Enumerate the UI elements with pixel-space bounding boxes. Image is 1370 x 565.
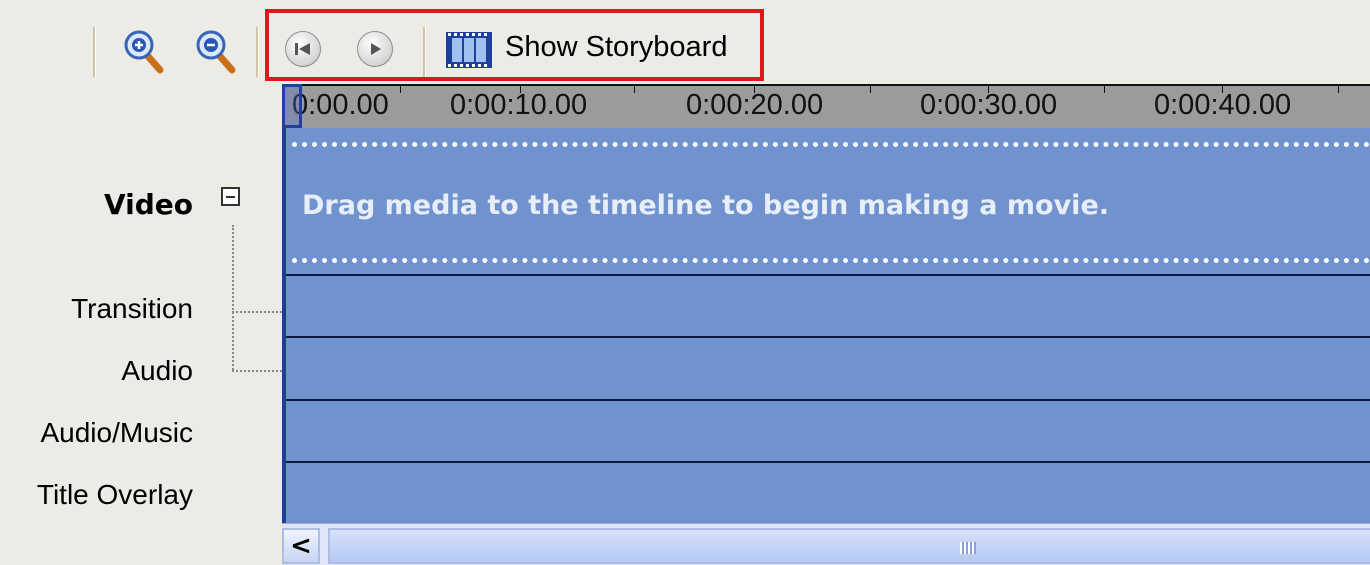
play-icon bbox=[371, 43, 381, 55]
show-storyboard-label[interactable]: Show Storyboard bbox=[505, 31, 727, 64]
filmstrip-border bbox=[292, 142, 1370, 147]
ruler-tick-label: 0:00:30.00 bbox=[920, 89, 1058, 121]
tree-connector bbox=[232, 225, 234, 370]
timeline-toolbar: Show Storyboard bbox=[0, 0, 1370, 84]
track-divider bbox=[286, 461, 1370, 463]
audio-music-track-label: Audio/Music bbox=[40, 417, 193, 448]
zoom-out-button[interactable] bbox=[194, 28, 238, 74]
ruler-minor-tick bbox=[1338, 86, 1339, 93]
transition-track-label: Transition bbox=[71, 293, 193, 324]
ruler-tick-label: 0:00:20.00 bbox=[686, 89, 824, 121]
chevron-left-icon: < bbox=[290, 531, 312, 561]
track-divider bbox=[286, 336, 1370, 338]
zoom-in-button[interactable] bbox=[122, 28, 166, 74]
ruler-minor-tick bbox=[1222, 86, 1223, 93]
ruler-minor-tick bbox=[754, 86, 755, 93]
toolbar-separator bbox=[256, 27, 259, 77]
tree-connector bbox=[232, 370, 282, 372]
ruler-minor-tick bbox=[988, 86, 989, 93]
ruler-tick-label: 0:00:40.00 bbox=[1154, 89, 1292, 121]
ruler-tick-label: 0:00.00 bbox=[292, 89, 389, 121]
ruler-minor-tick bbox=[1104, 86, 1105, 93]
ruler-minor-tick bbox=[520, 86, 521, 93]
ruler-minor-tick bbox=[634, 86, 635, 93]
toolbar-separator bbox=[423, 27, 426, 77]
play-button[interactable] bbox=[357, 31, 393, 67]
ruler-tick-label: 0:00:10.00 bbox=[450, 89, 588, 121]
zoom-in-icon bbox=[124, 30, 164, 74]
track-divider bbox=[286, 399, 1370, 401]
filmstrip-border bbox=[292, 258, 1370, 263]
collapse-icon[interactable] bbox=[221, 187, 240, 206]
ruler-minor-tick bbox=[870, 86, 871, 93]
scroll-left-button[interactable]: < bbox=[282, 528, 320, 564]
horizontal-scrollbar[interactable]: < bbox=[282, 523, 1370, 565]
title-overlay-track-label: Title Overlay bbox=[36, 479, 193, 510]
video-track-label: Video bbox=[103, 188, 193, 221]
zoom-out-icon bbox=[196, 30, 236, 74]
rewind-button[interactable] bbox=[285, 31, 321, 67]
toolbar-separator bbox=[93, 27, 96, 77]
scroll-thumb[interactable] bbox=[328, 528, 1370, 564]
track-divider bbox=[286, 274, 1370, 276]
ruler-minor-tick bbox=[400, 86, 401, 93]
filmstrip-icon bbox=[446, 32, 492, 68]
grip-icon bbox=[960, 542, 976, 554]
video-track[interactable]: Drag media to the timeline to begin maki… bbox=[286, 128, 1370, 274]
drag-media-message: Drag media to the timeline to begin maki… bbox=[302, 190, 1110, 221]
rewind-icon bbox=[295, 43, 310, 55]
show-storyboard-button[interactable] bbox=[444, 29, 494, 71]
playhead[interactable] bbox=[282, 84, 302, 128]
time-ruler[interactable]: 0:00.00 0:00:10.00 0:00:20.00 0:00:30.00… bbox=[282, 84, 1370, 128]
audio-track-label: Audio bbox=[121, 355, 193, 386]
tree-connector bbox=[232, 311, 282, 313]
timeline-tracks[interactable]: Drag media to the timeline to begin maki… bbox=[282, 128, 1370, 523]
